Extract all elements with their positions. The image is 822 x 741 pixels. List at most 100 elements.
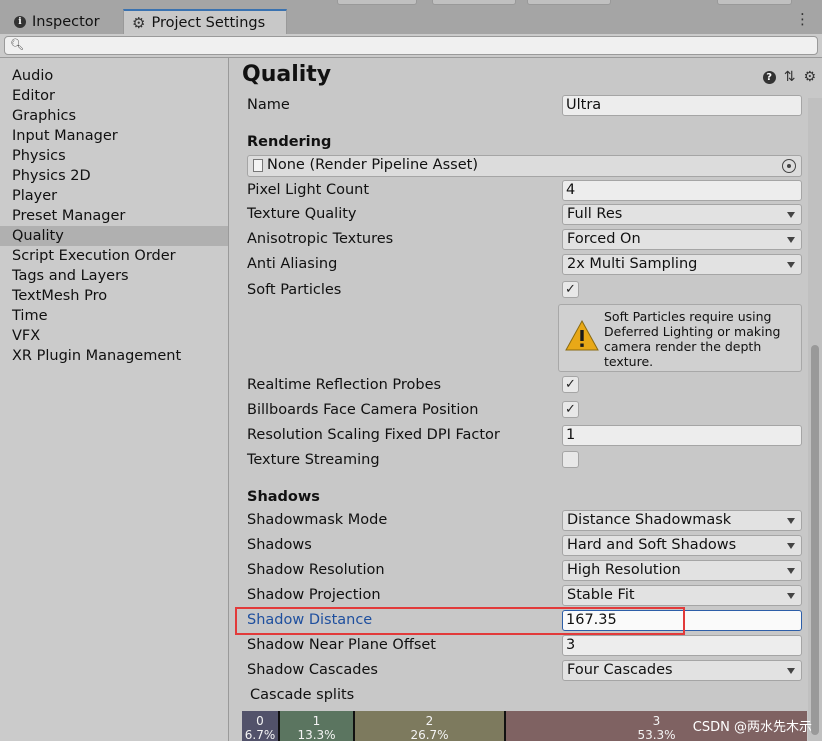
dropdown-value: Four Cascades	[567, 662, 673, 678]
texture-streaming-row: Texture Streaming	[247, 450, 802, 474]
texture-quality-label: Texture Quality	[247, 206, 357, 222]
shadow-near-plane-offset-row: Shadow Near Plane Offset 3	[247, 635, 802, 659]
cascade-index: 0	[256, 714, 264, 728]
resolution-scaling-label: Resolution Scaling Fixed DPI Factor	[247, 427, 500, 443]
name-field[interactable]: Ultra	[562, 95, 802, 116]
render-pipeline-asset-value: None (Render Pipeline Asset)	[267, 157, 478, 173]
sidebar-item-vfx[interactable]: VFX	[0, 326, 228, 346]
shadowmask-mode-label: Shadowmask Mode	[247, 512, 388, 528]
scrollbar-thumb[interactable]	[811, 345, 819, 735]
watermark: CSDN @两水先木示	[692, 720, 812, 735]
tab-label: Project Settings	[151, 14, 266, 31]
chevron-down-icon	[787, 568, 795, 574]
billboards-checkbox[interactable]: ✓	[562, 401, 579, 418]
anti-aliasing-row: Anti Aliasing 2x Multi Sampling	[247, 254, 802, 278]
billboards-label: Billboards Face Camera Position	[247, 402, 479, 418]
sidebar-item-preset-manager[interactable]: Preset Manager	[0, 206, 228, 226]
sidebar-item-tags-and-layers[interactable]: Tags and Layers	[0, 266, 228, 286]
resolution-scaling-row: Resolution Scaling Fixed DPI Factor 1	[247, 425, 802, 449]
cascade-split-2[interactable]: 2 26.7%	[355, 711, 506, 741]
pixel-light-count-label: Pixel Light Count	[247, 182, 370, 198]
shadows-dropdown[interactable]: Hard and Soft Shadows	[562, 535, 802, 556]
shadow-cascades-label: Shadow Cascades	[247, 662, 378, 678]
shadow-resolution-row: Shadow Resolution High Resolution	[247, 560, 802, 584]
chevron-down-icon	[787, 593, 795, 599]
shadow-projection-dropdown[interactable]: Stable Fit	[562, 585, 802, 606]
shadows-header: Shadows	[247, 489, 320, 505]
warning-icon	[565, 319, 599, 351]
sidebar-item-time[interactable]: Time	[0, 306, 228, 326]
search-input[interactable]: 🔍︎	[4, 36, 818, 55]
chevron-down-icon	[787, 262, 795, 268]
shadowmask-mode-dropdown[interactable]: Distance Shadowmask	[562, 510, 802, 531]
more-options-icon[interactable]: ⋮	[795, 12, 810, 27]
toolbar-button-stub[interactable]	[527, 0, 611, 5]
shadow-near-plane-offset-field[interactable]: 3	[562, 635, 802, 656]
chevron-down-icon	[787, 237, 795, 243]
texture-streaming-checkbox[interactable]	[562, 451, 579, 468]
cascade-index: 2	[425, 714, 434, 728]
sidebar-item-script-execution-order[interactable]: Script Execution Order	[0, 246, 228, 266]
tab-inspector[interactable]: i Inspector	[6, 9, 119, 34]
toolbar-button-stub[interactable]	[337, 0, 417, 5]
toolbar-button-stub[interactable]	[717, 0, 792, 5]
realtime-reflection-probes-label: Realtime Reflection Probes	[247, 377, 442, 393]
anti-aliasing-label: Anti Aliasing	[247, 256, 338, 272]
pixel-light-count-row: Pixel Light Count 4	[247, 180, 802, 204]
cascade-percent: 26.7%	[410, 728, 449, 741]
settings-sidebar: Audio Editor Graphics Input Manager Phys…	[0, 58, 229, 741]
dropdown-value: Hard and Soft Shadows	[567, 537, 737, 553]
shadow-projection-row: Shadow Projection Stable Fit	[247, 585, 802, 609]
sidebar-item-physics[interactable]: Physics	[0, 146, 228, 166]
shadow-projection-label: Shadow Projection	[247, 587, 381, 603]
shadow-resolution-label: Shadow Resolution	[247, 562, 385, 578]
soft-particles-checkbox[interactable]: ✓	[562, 281, 579, 298]
cascade-split-0[interactable]: 0 6.7%	[242, 711, 280, 741]
sidebar-item-physics-2d[interactable]: Physics 2D	[0, 166, 228, 186]
info-icon: i	[14, 15, 26, 28]
cascade-percent: 13.3%	[297, 728, 336, 741]
search-icon: 🔍︎	[10, 38, 24, 51]
dropdown-value: Stable Fit	[567, 587, 635, 603]
sidebar-item-graphics[interactable]: Graphics	[0, 106, 228, 126]
chevron-down-icon	[787, 212, 795, 218]
rendering-header: Rendering	[247, 134, 332, 150]
search-row: 🔍︎	[0, 34, 822, 58]
tab-project-settings[interactable]: ⚙ Project Settings	[123, 9, 287, 34]
preset-sliders-icon[interactable]: ⇅	[784, 69, 796, 85]
file-icon	[253, 159, 263, 172]
shadow-resolution-dropdown[interactable]: High Resolution	[562, 560, 802, 581]
sidebar-item-audio[interactable]: Audio	[0, 66, 228, 86]
gear-icon[interactable]: ⚙	[803, 69, 816, 85]
toolbar-button-stub[interactable]	[432, 0, 516, 5]
header-icons: ? ⇅ ⚙	[762, 69, 816, 85]
shadow-cascades-dropdown[interactable]: Four Cascades	[562, 660, 802, 681]
sidebar-item-textmesh-pro[interactable]: TextMesh Pro	[0, 286, 228, 306]
checkmark-icon: ✓	[565, 402, 576, 417]
help-icon[interactable]: ?	[762, 70, 776, 84]
warning-message: Soft Particles require using Deferred Li…	[604, 309, 781, 369]
object-picker-icon[interactable]	[782, 159, 796, 173]
anti-aliasing-dropdown[interactable]: 2x Multi Sampling	[562, 254, 802, 275]
sidebar-item-xr-plugin-management[interactable]: XR Plugin Management	[0, 346, 228, 366]
render-pipeline-asset-field[interactable]: None (Render Pipeline Asset)	[247, 155, 802, 177]
anisotropic-textures-dropdown[interactable]: Forced On	[562, 229, 802, 250]
sidebar-item-quality[interactable]: Quality	[0, 226, 228, 246]
texture-quality-row: Texture Quality Full Res	[247, 204, 802, 228]
gear-icon: ⚙	[132, 13, 146, 32]
pixel-light-count-field[interactable]: 4	[562, 180, 802, 201]
tab-bar: i Inspector ⚙ Project Settings ⋮	[0, 0, 822, 34]
cascade-split-1[interactable]: 1 13.3%	[280, 711, 355, 741]
realtime-reflection-probes-checkbox[interactable]: ✓	[562, 376, 579, 393]
sidebar-item-input-manager[interactable]: Input Manager	[0, 126, 228, 146]
resolution-scaling-field[interactable]: 1	[562, 425, 802, 446]
vertical-scrollbar[interactable]	[808, 98, 822, 741]
cascade-percent: 6.7%	[244, 728, 276, 741]
name-label: Name	[247, 97, 290, 113]
sidebar-item-editor[interactable]: Editor	[0, 86, 228, 106]
name-row: Name Ultra	[247, 95, 802, 119]
sidebar-item-player[interactable]: Player	[0, 186, 228, 206]
checkmark-icon: ✓	[565, 377, 576, 392]
realtime-reflection-probes-row: Realtime Reflection Probes ✓	[247, 375, 802, 399]
texture-quality-dropdown[interactable]: Full Res	[562, 204, 802, 225]
